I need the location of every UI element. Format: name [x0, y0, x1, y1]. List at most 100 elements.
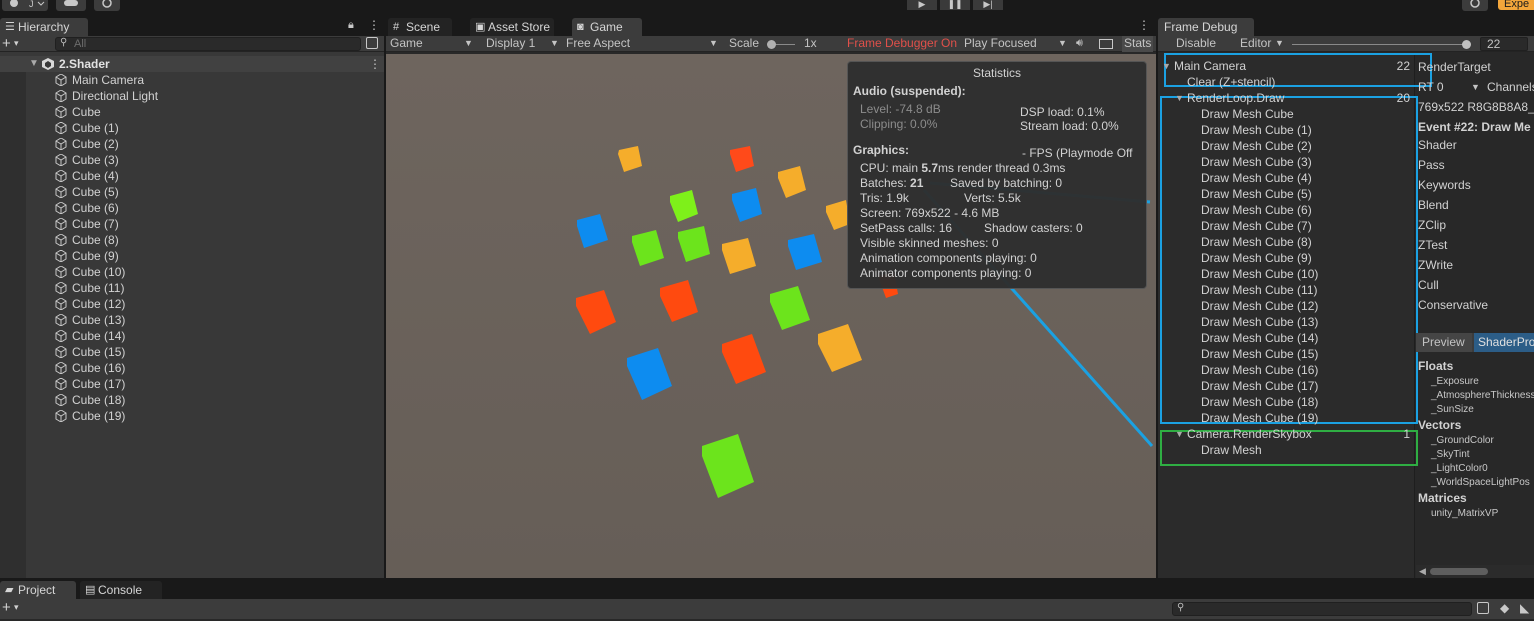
hierarchy-item[interactable]: Cube (7) [0, 216, 384, 232]
step-button[interactable]: ▶| [973, 0, 1003, 10]
label-filter-icon[interactable]: ◆ [1500, 601, 1509, 615]
tab-preview[interactable]: Preview [1416, 333, 1472, 352]
scale-slider-thumb[interactable] [767, 40, 776, 49]
frame-event-row[interactable]: Draw Mesh Cube (15) [1201, 346, 1318, 362]
hierarchy-item[interactable]: Directional Light [0, 88, 384, 104]
frame-event-row[interactable]: Draw Mesh Cube (13) [1201, 314, 1318, 330]
hierarchy-item[interactable]: Main Camera [0, 72, 384, 88]
frame-event-row[interactable]: Draw Mesh Cube (6) [1201, 202, 1312, 218]
more-menu-icon[interactable]: ⋮ [368, 18, 380, 32]
event-slider-thumb[interactable] [1462, 40, 1471, 49]
create-plus-icon[interactable]: + [2, 599, 11, 616]
frame-event-row[interactable]: Draw Mesh Cube (18) [1201, 394, 1318, 410]
frame-event-row[interactable]: Draw Mesh Cube (1) [1201, 122, 1312, 138]
scene-row[interactable]: ▼ 2.Shader ⋮ [0, 56, 384, 72]
pause-button[interactable]: ❚❚ [940, 0, 970, 10]
frame-event-row[interactable]: Draw Mesh Cube (7) [1201, 218, 1312, 234]
expand-arrow-icon[interactable]: ▼ [1175, 90, 1184, 106]
hierarchy-item[interactable]: Cube (16) [0, 360, 384, 376]
stats-toggle[interactable]: Stats [1122, 36, 1154, 52]
chevron-down-icon[interactable]: ▾ [14, 602, 19, 613]
frame-event-row[interactable]: Draw Mesh Cube (10) [1201, 266, 1318, 282]
hierarchy-item[interactable]: Cube (18) [0, 392, 384, 408]
hierarchy-search-input[interactable]: ⚲ All [55, 37, 361, 51]
frame-event-row[interactable]: Clear (Z+stencil) [1187, 74, 1275, 90]
frame-event-row[interactable]: Draw Mesh Cube (17) [1201, 378, 1318, 394]
frame-event-row[interactable]: Draw Mesh Cube (14) [1201, 330, 1318, 346]
hierarchy-item[interactable]: Cube (1) [0, 120, 384, 136]
tab-game[interactable]: ◙ Game [572, 18, 642, 36]
tab-asset-store[interactable]: ▣ Asset Store [470, 18, 554, 36]
hierarchy-item[interactable]: Cube (13) [0, 312, 384, 328]
expand-arrow-icon[interactable]: ▼ [1175, 426, 1184, 442]
frame-event-row[interactable]: Draw Mesh Cube (11) [1201, 282, 1317, 298]
scroll-left-icon[interactable]: ◀ [1419, 566, 1426, 577]
experimental-badge[interactable]: Expe [1498, 0, 1534, 10]
aspect-select[interactable]: Free Aspect [566, 36, 630, 51]
frame-event-row[interactable]: Draw Mesh Cube (12) [1201, 298, 1318, 314]
frame-event-row[interactable]: Draw Mesh Cube (9) [1201, 250, 1312, 266]
play-button[interactable]: ▶ [907, 0, 937, 10]
collab-button[interactable] [94, 0, 120, 11]
display-select[interactable]: Display 1 [486, 36, 535, 51]
frame-event-row[interactable]: Draw Mesh Cube (2) [1201, 138, 1312, 154]
frame-event-row[interactable]: Draw Mesh Cube (3) [1201, 154, 1312, 170]
disable-button[interactable]: Disable [1176, 36, 1216, 51]
game-viewport[interactable]: Statistics Audio (suspended): Level: -74… [386, 54, 1156, 578]
event-slider-track[interactable] [1292, 44, 1468, 45]
editor-select[interactable]: Editor [1240, 36, 1271, 51]
hierarchy-item[interactable]: Cube (12) [0, 296, 384, 312]
hierarchy-item[interactable]: Cube (10) [0, 264, 384, 280]
lock-icon[interactable]: 🔒︎ [348, 19, 354, 32]
hierarchy-item[interactable]: Cube (9) [0, 248, 384, 264]
frame-event-row[interactable]: RenderLoop.Draw [1187, 90, 1284, 106]
history-button[interactable] [1462, 0, 1488, 11]
hierarchy-item[interactable]: Cube (8) [0, 232, 384, 248]
frame-event-row[interactable]: Camera.RenderSkybox [1187, 426, 1312, 442]
hierarchy-item[interactable]: Cube (14) [0, 328, 384, 344]
play-focused-select[interactable]: Play Focused [964, 36, 1037, 51]
create-plus-icon[interactable]: + [2, 35, 11, 52]
hierarchy-item[interactable]: Cube (15) [0, 344, 384, 360]
expand-arrow-icon[interactable]: ▼ [1162, 58, 1171, 74]
account-button[interactable]: J [2, 0, 48, 11]
tab-project[interactable]: ▰ Project [0, 581, 76, 599]
scrollbar-thumb[interactable] [1430, 568, 1488, 575]
hierarchy-item[interactable]: Cube (5) [0, 184, 384, 200]
frame-event-row[interactable]: Draw Mesh Cube (8) [1201, 234, 1312, 250]
expand-arrow-icon[interactable]: ▼ [29, 56, 39, 72]
frame-event-row[interactable]: Draw Mesh Cube (19) [1201, 410, 1318, 426]
event-index-field[interactable]: 22 [1480, 37, 1528, 51]
hierarchy-item[interactable]: Cube (17) [0, 376, 384, 392]
hierarchy-item[interactable]: Cube (3) [0, 152, 384, 168]
speaker-icon[interactable]: 🔊︎ [1076, 36, 1083, 51]
frame-event-row[interactable]: Draw Mesh Cube (4) [1201, 170, 1312, 186]
horizontal-scrollbar[interactable]: ◀ [1416, 565, 1534, 578]
game-view-select[interactable]: Game [390, 36, 423, 51]
hierarchy-item[interactable]: Cube (19) [0, 408, 384, 424]
frame-event-row[interactable]: Main Camera [1174, 58, 1246, 74]
hierarchy-item[interactable]: Cube (6) [0, 200, 384, 216]
scene-visibility-icon[interactable] [366, 37, 378, 49]
gizmos-grid-icon[interactable] [1099, 39, 1113, 49]
scene-menu-icon[interactable]: ⋮ [369, 56, 381, 72]
tab-frame-debug[interactable]: Frame Debug [1158, 18, 1254, 36]
frame-event-row[interactable]: Draw Mesh Cube (5) [1201, 186, 1312, 202]
frame-event-row[interactable]: Draw Mesh [1201, 442, 1262, 458]
project-search-input[interactable]: ⚲ [1172, 602, 1472, 616]
chevron-down-icon[interactable]: ▾ [14, 38, 19, 49]
more-menu-icon[interactable]: ⋮ [1138, 18, 1150, 32]
hierarchy-item[interactable]: Cube [0, 104, 384, 120]
hierarchy-item[interactable]: Cube (2) [0, 136, 384, 152]
tab-hierarchy[interactable]: ☰ Hierarchy [0, 18, 88, 36]
frame-event-row[interactable]: Draw Mesh Cube [1201, 106, 1294, 122]
tab-scene[interactable]: # Scene [388, 18, 452, 36]
channels-select[interactable]: Channels [1487, 80, 1534, 94]
cloud-button[interactable] [56, 0, 86, 11]
search-by-type-icon[interactable] [1477, 602, 1489, 614]
hierarchy-item[interactable]: Cube (11) [0, 280, 384, 296]
favorite-icon[interactable]: ◣ [1520, 601, 1529, 615]
rt-select[interactable]: RT 0 [1418, 80, 1444, 94]
frame-event-row[interactable]: Draw Mesh Cube (16) [1201, 362, 1318, 378]
hierarchy-item[interactable]: Cube (4) [0, 168, 384, 184]
